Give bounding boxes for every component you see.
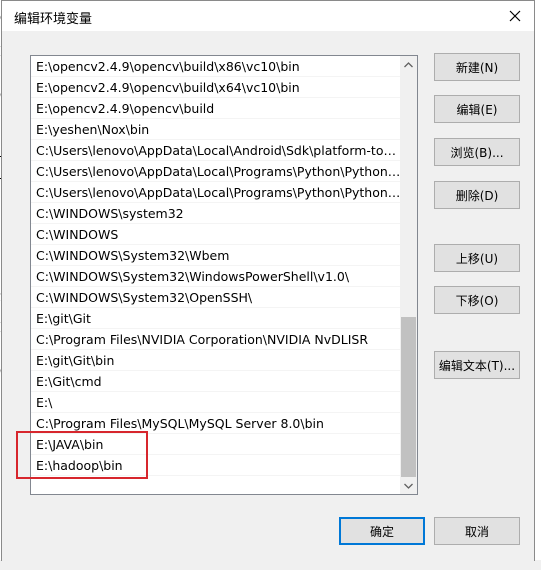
close-icon [509, 10, 521, 22]
scroll-up-button[interactable] [400, 56, 417, 73]
dialog-title: 编辑环境变量 [14, 12, 93, 27]
path-list-item[interactable]: E:\opencv2.4.9\opencv\build\x64\vc10\bin [31, 77, 401, 98]
path-list-item[interactable]: E:\Git\cmd [31, 371, 401, 392]
path-list-item[interactable]: E:\ [31, 392, 401, 413]
edit-text-button[interactable]: 编辑文本(T)... [434, 351, 520, 379]
dialog-titlebar[interactable]: 编辑环境变量 [2, 1, 534, 31]
vertical-scrollbar[interactable] [400, 56, 417, 494]
ok-button[interactable]: 确定 [339, 517, 425, 545]
path-list-item[interactable]: C:\WINDOWS\System32\WindowsPowerShell\v1… [31, 266, 401, 287]
chevron-down-icon [404, 483, 413, 489]
delete-button[interactable]: 删除(D) [434, 181, 520, 209]
path-list-item[interactable]: C:\Users\lenovo\AppData\Local\Programs\P… [31, 182, 401, 203]
new-button[interactable]: 新建(N) [434, 53, 520, 81]
close-button[interactable] [502, 4, 528, 28]
move-down-button[interactable]: 下移(O) [434, 286, 520, 314]
path-list-item[interactable]: E:\hadoop\bin [31, 455, 401, 476]
scrollbar-thumb[interactable] [401, 317, 416, 477]
path-list-item[interactable]: E:\git\Git\bin [31, 350, 401, 371]
path-list-item[interactable]: C:\WINDOWS\System32\Wbem [31, 245, 401, 266]
path-list-item[interactable]: C:\WINDOWS\system32 [31, 203, 401, 224]
path-list-item[interactable]: E:\yeshen\Nox\bin [31, 119, 401, 140]
move-up-button[interactable]: 上移(U) [434, 244, 520, 272]
path-list-item[interactable]: C:\Program Files\MySQL\MySQL Server 8.0\… [31, 413, 401, 434]
path-list-item[interactable]: E:\opencv2.4.9\opencv\build [31, 98, 401, 119]
browse-button[interactable]: 浏览(B)... [434, 138, 520, 166]
path-list-item[interactable]: E:\git\Git [31, 308, 401, 329]
path-list-item[interactable]: C:\Users\lenovo\AppData\Local\Android\Sd… [31, 140, 401, 161]
scroll-down-button[interactable] [400, 477, 417, 494]
dialog-client-area: E:\opencv2.4.9\opencv\build\x86\vc10\bin… [2, 31, 534, 561]
path-list[interactable]: E:\opencv2.4.9\opencv\build\x86\vc10\bin… [30, 55, 418, 495]
cancel-button[interactable]: 取消 [434, 517, 520, 545]
chevron-up-icon [404, 61, 413, 67]
path-list-item[interactable]: C:\WINDOWS [31, 224, 401, 245]
path-list-rows: E:\opencv2.4.9\opencv\build\x86\vc10\bin… [31, 56, 401, 476]
path-list-item[interactable]: E:\JAVA\bin [31, 434, 401, 455]
path-list-item[interactable]: C:\WINDOWS\System32\OpenSSH\ [31, 287, 401, 308]
path-list-item[interactable]: C:\Users\lenovo\AppData\Local\Programs\P… [31, 161, 401, 182]
edit-button[interactable]: 编辑(E) [434, 95, 520, 123]
path-list-item[interactable]: E:\opencv2.4.9\opencv\build\x86\vc10\bin [31, 56, 401, 77]
edit-environment-variable-dialog: 编辑环境变量 E:\opencv2.4.9\opencv\build\x86\v… [1, 0, 535, 561]
background-window-bottom-edge [0, 560, 541, 570]
path-list-item[interactable]: C:\Program Files\NVIDIA Corporation\NVID… [31, 329, 401, 350]
